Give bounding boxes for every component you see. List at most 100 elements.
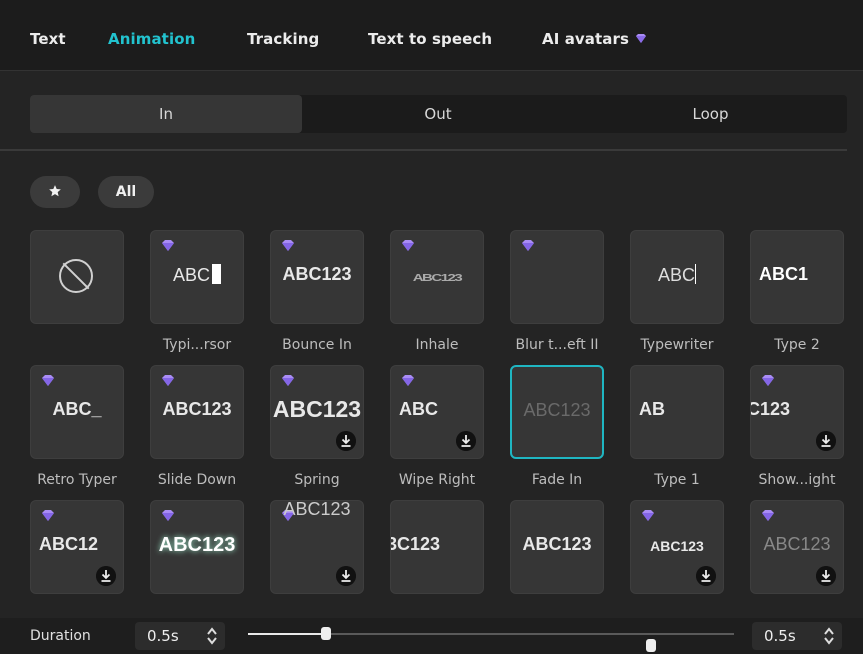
animation-tile[interactable]: AB [630, 365, 724, 459]
premium-gem-icon [402, 240, 414, 251]
animation-tile[interactable]: ABC123 [510, 365, 604, 459]
animation-tile[interactable]: C123 [750, 365, 844, 459]
animation-tile[interactable]: ABC [150, 230, 244, 324]
premium-gem-icon [162, 240, 174, 251]
animation-tile[interactable]: ABC123 [270, 230, 364, 324]
duration-slider-fill [248, 633, 326, 635]
all-filter-button[interactable]: All [98, 176, 154, 208]
animation-label: Typi...rsor [162, 337, 232, 353]
animation-tile[interactable]: ABC123 [270, 500, 364, 594]
out-duration-value: 0.5s [764, 627, 796, 645]
animation-label: Slide Down [157, 472, 237, 488]
animation-preview-text: ABC [151, 264, 243, 286]
download-icon[interactable] [816, 431, 836, 451]
animation-tile[interactable]: ABC_ [30, 365, 124, 459]
out-duration-stepper[interactable]: 0.5s [752, 622, 842, 650]
download-icon[interactable] [336, 431, 356, 451]
stepper-arrows-icon[interactable] [824, 627, 834, 645]
animation-tile[interactable]: ABC [390, 365, 484, 459]
tab-ai-avatars[interactable]: AI avatars [542, 30, 647, 48]
premium-gem-icon [636, 34, 647, 43]
star-icon [49, 185, 61, 197]
animation-preview-text: 3C123 [390, 534, 441, 554]
animation-tile[interactable]: ABC123 [150, 365, 244, 459]
animation-preview-text: ABC123 [412, 273, 463, 284]
animation-tile[interactable]: ABC123 [510, 500, 604, 594]
animation-preview-text: ABC123 [522, 534, 592, 554]
premium-gem-icon [642, 510, 654, 521]
tab-text-to-speech[interactable]: Text to speech [368, 30, 492, 48]
animation-preview-text: ABC [657, 264, 696, 285]
animation-preview-text: ABC_ [52, 399, 102, 419]
animation-label: Typewriter [640, 337, 714, 353]
favorites-filter-button[interactable] [30, 176, 80, 208]
premium-gem-icon [402, 375, 414, 386]
animation-label: Type 1 [654, 472, 700, 488]
animation-label: Fade In [531, 472, 583, 488]
premium-gem-icon [282, 240, 294, 251]
animation-preview-text: ABC12 [39, 534, 99, 554]
animation-tile[interactable]: ABC123 [750, 500, 844, 594]
animation-label: Inhale [415, 337, 459, 353]
animation-label: Bounce In [282, 337, 352, 353]
premium-gem-icon [42, 510, 54, 521]
text-cursor [695, 264, 696, 284]
animation-tile[interactable]: ABC12 [30, 500, 124, 594]
segment-loop[interactable]: Loop [574, 95, 847, 133]
no-animation-icon [59, 259, 93, 293]
animation-preview-text: C123 [750, 399, 791, 419]
in-duration-handle[interactable] [320, 627, 331, 640]
animation-label: Wipe Right [398, 472, 476, 488]
animation-label: Show...ight [758, 472, 836, 488]
in-out-loop-switch: In Out Loop [30, 95, 847, 133]
animation-preset-grid: ABC Typi...rsor ABC123 Bounce In ABC123 Inhal… [0, 230, 863, 618]
tab-animation[interactable]: Animation [108, 30, 195, 48]
animation-tile[interactable]: ABC123 [270, 365, 364, 459]
download-icon[interactable] [696, 566, 716, 586]
animation-tile[interactable]: ABC [630, 230, 724, 324]
animation-preview-text: ABC123 [158, 534, 236, 556]
animation-preview-text: ABC123 [763, 534, 831, 554]
animation-preview-text: ABC123 [283, 500, 351, 519]
animation-tile[interactable]: 3C123 [390, 500, 484, 594]
animation-preview-text: ABC1 [759, 264, 843, 285]
download-icon[interactable] [456, 431, 476, 451]
in-duration-value: 0.5s [147, 627, 179, 645]
download-icon[interactable] [96, 566, 116, 586]
out-duration-handle[interactable] [646, 639, 657, 652]
premium-gem-icon [762, 510, 774, 521]
animation-tile[interactable]: ABC123 [150, 500, 244, 594]
animation-label: Blur t...eft II [515, 337, 599, 353]
tab-ai-avatars-label: AI avatars [542, 30, 630, 48]
download-icon[interactable] [816, 566, 836, 586]
premium-gem-icon [282, 375, 294, 386]
animation-label: Type 2 [774, 337, 820, 353]
premium-gem-icon [522, 240, 534, 251]
premium-gem-icon [42, 375, 54, 386]
tab-text[interactable]: Text [30, 30, 66, 48]
animation-label: Retro Typer [37, 472, 117, 488]
animation-preview-text: ABC123 [650, 538, 704, 554]
download-icon[interactable] [336, 566, 356, 586]
in-duration-stepper[interactable]: 0.5s [135, 622, 225, 650]
animation-tile[interactable] [510, 230, 604, 324]
animation-tile[interactable]: ABC123 [630, 500, 724, 594]
animation-tile[interactable]: ABC123 [390, 230, 484, 324]
animation-tile[interactable]: ABC1 [750, 230, 844, 324]
divider [0, 149, 847, 151]
animation-preview-text: ABC123 [162, 399, 232, 419]
premium-gem-icon [162, 375, 174, 386]
duration-bar: Duration 0.5s 0.5s [0, 618, 863, 654]
text-cursor [212, 264, 221, 284]
stepper-arrows-icon[interactable] [207, 627, 217, 645]
segment-out[interactable]: Out [302, 95, 574, 133]
premium-gem-icon [162, 510, 174, 521]
tab-tracking[interactable]: Tracking [247, 30, 319, 48]
animation-preview-text: ABC123 [282, 264, 352, 284]
animation-tile[interactable] [30, 230, 124, 324]
premium-gem-icon [762, 375, 774, 386]
segment-in[interactable]: In [30, 95, 302, 133]
duration-slider[interactable] [248, 627, 734, 652]
animation-preview-text: ABC123 [272, 396, 362, 422]
duration-label: Duration [30, 628, 91, 644]
